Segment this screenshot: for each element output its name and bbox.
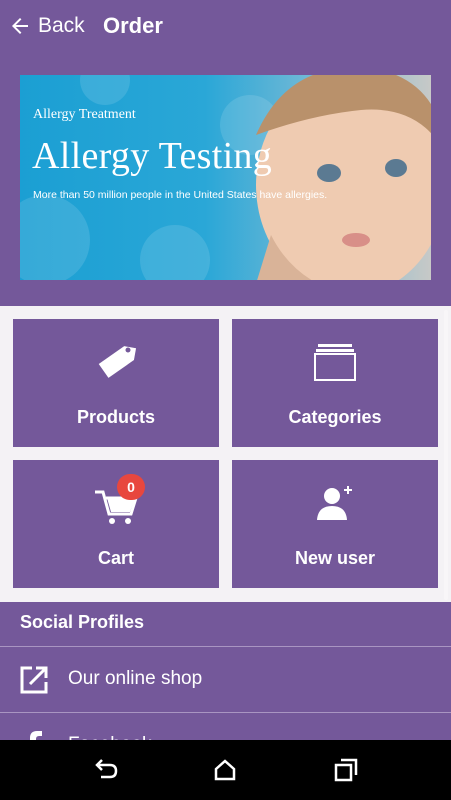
page-title: Order — [103, 13, 163, 38]
banner-bubble — [20, 195, 90, 280]
products-label: Products — [76, 407, 155, 427]
products-tile[interactable]: Products — [13, 319, 219, 447]
new-user-tile[interactable]: New user — [232, 460, 438, 588]
new-user-label: New user — [294, 548, 376, 568]
promo-banner[interactable]: Allergy Treatment Allergy Testing More t… — [20, 75, 431, 280]
cart-tile[interactable]: 0 Cart — [13, 460, 219, 588]
menu-grid: Products Categories 0 Cart New user — [0, 306, 451, 602]
social-profiles-heading: Social Profiles — [20, 612, 145, 632]
banner-bubble — [80, 75, 130, 105]
banner-description: More than 50 million people in the Unite… — [33, 189, 328, 201]
banner-headline: Allergy Testing — [32, 135, 273, 177]
recents-nav-icon[interactable] — [333, 757, 359, 783]
tag-icon — [98, 346, 137, 378]
app-bar: Back Order — [0, 0, 451, 52]
categories-tile[interactable]: Categories — [232, 319, 438, 447]
banner-bubble — [140, 225, 210, 280]
back-label: Back — [38, 14, 85, 37]
scrollbar[interactable] — [444, 310, 448, 600]
banner-subtitle: Allergy Treatment — [33, 107, 136, 122]
cart-count-badge: 0 — [117, 474, 145, 500]
categories-label: Categories — [288, 407, 382, 427]
home-nav-icon[interactable] — [212, 757, 238, 783]
online-shop-link[interactable]: Our online shop — [0, 648, 451, 712]
back-button[interactable]: Back — [8, 12, 85, 40]
external-link-icon — [20, 666, 48, 694]
add-user-icon — [317, 486, 352, 520]
folders-icon — [314, 344, 356, 381]
arrow-left-icon — [12, 18, 28, 34]
system-navigation-bar — [0, 740, 451, 800]
cart-label: Cart — [97, 548, 134, 568]
divider — [0, 646, 451, 647]
back-nav-icon[interactable] — [93, 757, 119, 783]
online-shop-label: Our online shop — [68, 668, 203, 689]
divider — [0, 712, 451, 713]
